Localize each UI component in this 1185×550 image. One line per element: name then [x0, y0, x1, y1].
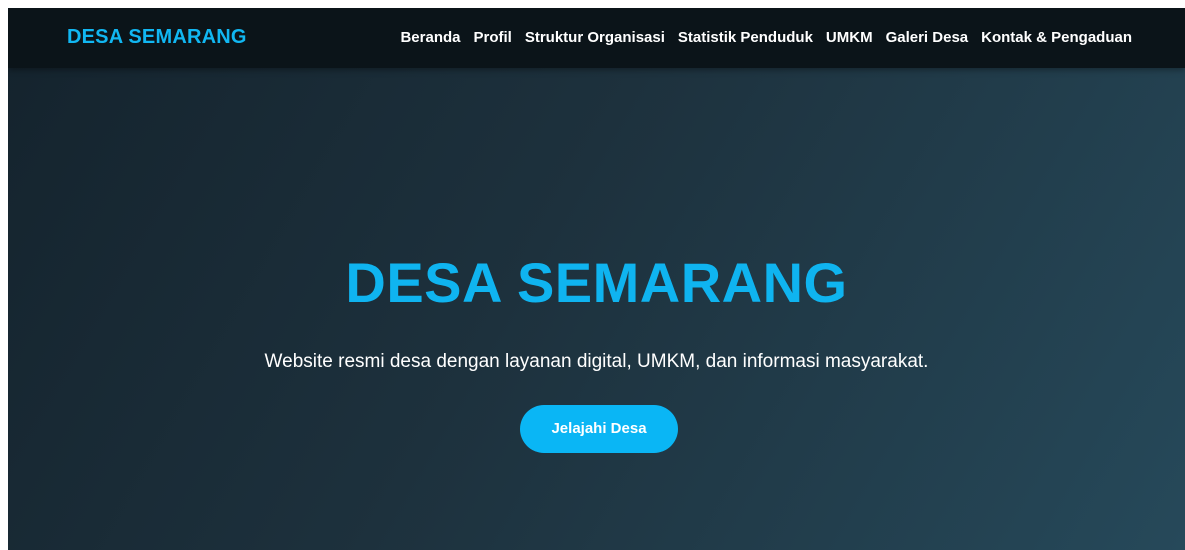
nav-link-beranda[interactable]: Beranda: [400, 29, 460, 46]
nav-link-statistik-penduduk[interactable]: Statistik Penduduk: [678, 29, 813, 46]
nav-item-umkm: UMKM: [826, 29, 873, 47]
hero-section: DESA SEMARANG Website resmi desa dengan …: [8, 68, 1185, 550]
nav-link-profil[interactable]: Profil: [474, 29, 512, 46]
nav-menu: Beranda Profil Struktur Organisasi Stati…: [400, 29, 1132, 47]
nav-link-kontak-pengaduan[interactable]: Kontak & Pengaduan: [981, 29, 1132, 46]
nav-link-umkm[interactable]: UMKM: [826, 29, 873, 46]
nav-item-kontak-pengaduan: Kontak & Pengaduan: [981, 29, 1132, 47]
page: DESA SEMARANG Beranda Profil Struktur Or…: [8, 8, 1185, 550]
brand-logo[interactable]: DESA SEMARANG: [67, 26, 247, 49]
nav-item-galeri-desa: Galeri Desa: [886, 29, 969, 47]
hero-subtitle: Website resmi desa dengan layanan digita…: [264, 351, 929, 372]
nav-item-beranda: Beranda: [400, 29, 460, 47]
nav-item-statistik-penduduk: Statistik Penduduk: [678, 29, 813, 47]
navbar: DESA SEMARANG Beranda Profil Struktur Or…: [8, 8, 1185, 68]
nav-item-struktur-organisasi: Struktur Organisasi: [525, 29, 665, 47]
nav-link-galeri-desa[interactable]: Galeri Desa: [886, 29, 969, 46]
explore-village-button[interactable]: Jelajahi Desa: [520, 405, 678, 453]
nav-link-struktur-organisasi[interactable]: Struktur Organisasi: [525, 29, 665, 46]
nav-item-profil: Profil: [474, 29, 512, 47]
hero-title: DESA SEMARANG: [345, 251, 848, 314]
